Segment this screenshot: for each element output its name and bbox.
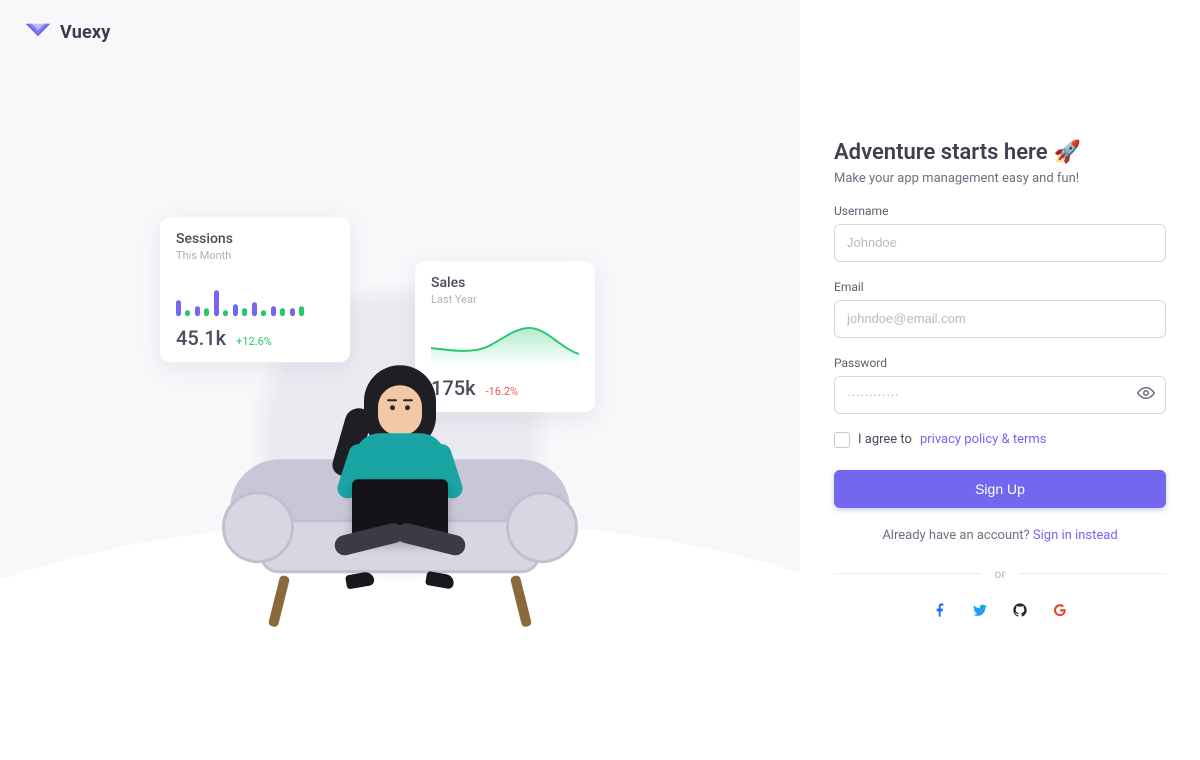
- email-label: Email: [834, 280, 1166, 294]
- privacy-terms-link[interactable]: privacy policy & terms: [920, 432, 1047, 447]
- sessions-card: Sessions This Month 45.1k +12.6%: [160, 217, 350, 362]
- password-label: Password: [834, 356, 1166, 370]
- facebook-login-button[interactable]: [931, 603, 949, 621]
- github-icon: [1012, 602, 1028, 622]
- page-title-text: Adventure starts here: [834, 140, 1048, 165]
- sales-delta: -16.2%: [486, 385, 519, 398]
- sales-subtitle: Last Year: [431, 293, 579, 306]
- agree-text: I agree to: [858, 432, 912, 447]
- twitter-icon: [972, 602, 988, 622]
- illustration-panel: Vuexy Sessions This Month 45.1k: [0, 0, 800, 760]
- username-label: Username: [834, 204, 1166, 218]
- sales-title: Sales: [431, 275, 579, 291]
- twitter-login-button[interactable]: [971, 603, 989, 621]
- facebook-icon: [932, 602, 948, 622]
- or-divider: or: [834, 567, 1166, 581]
- sessions-value: 45.1k: [176, 326, 226, 350]
- or-text: or: [995, 567, 1006, 581]
- signin-link[interactable]: Sign in instead: [1033, 528, 1118, 543]
- email-input[interactable]: [834, 300, 1166, 338]
- password-input[interactable]: [834, 376, 1166, 414]
- brand-name: Vuexy: [60, 22, 111, 43]
- google-icon: [1052, 602, 1068, 622]
- sales-area-chart: [431, 316, 579, 366]
- toggle-password-visibility-button[interactable]: [1134, 383, 1158, 407]
- sessions-subtitle: This Month: [176, 249, 334, 262]
- sessions-delta: +12.6%: [236, 335, 272, 348]
- person-illustration: [325, 361, 475, 581]
- page-subtitle: Make your app management easy and fun!: [834, 171, 1166, 186]
- brand: Vuexy: [24, 20, 111, 44]
- agree-checkbox[interactable]: [834, 432, 850, 448]
- page-title: Adventure starts here 🚀: [834, 140, 1166, 165]
- google-login-button[interactable]: [1051, 603, 1069, 621]
- illustration-stage: Sessions This Month 45.1k +12.6%: [80, 151, 720, 671]
- brand-logo-icon: [24, 20, 52, 44]
- github-login-button[interactable]: [1011, 603, 1029, 621]
- signup-button[interactable]: Sign Up: [834, 470, 1166, 508]
- username-input[interactable]: [834, 224, 1166, 262]
- eye-icon: [1137, 384, 1155, 406]
- sessions-title: Sessions: [176, 231, 334, 247]
- have-account-text: Already have an account?: [882, 528, 1033, 543]
- sessions-bar-chart: [176, 272, 334, 316]
- rocket-icon: 🚀: [1054, 140, 1081, 165]
